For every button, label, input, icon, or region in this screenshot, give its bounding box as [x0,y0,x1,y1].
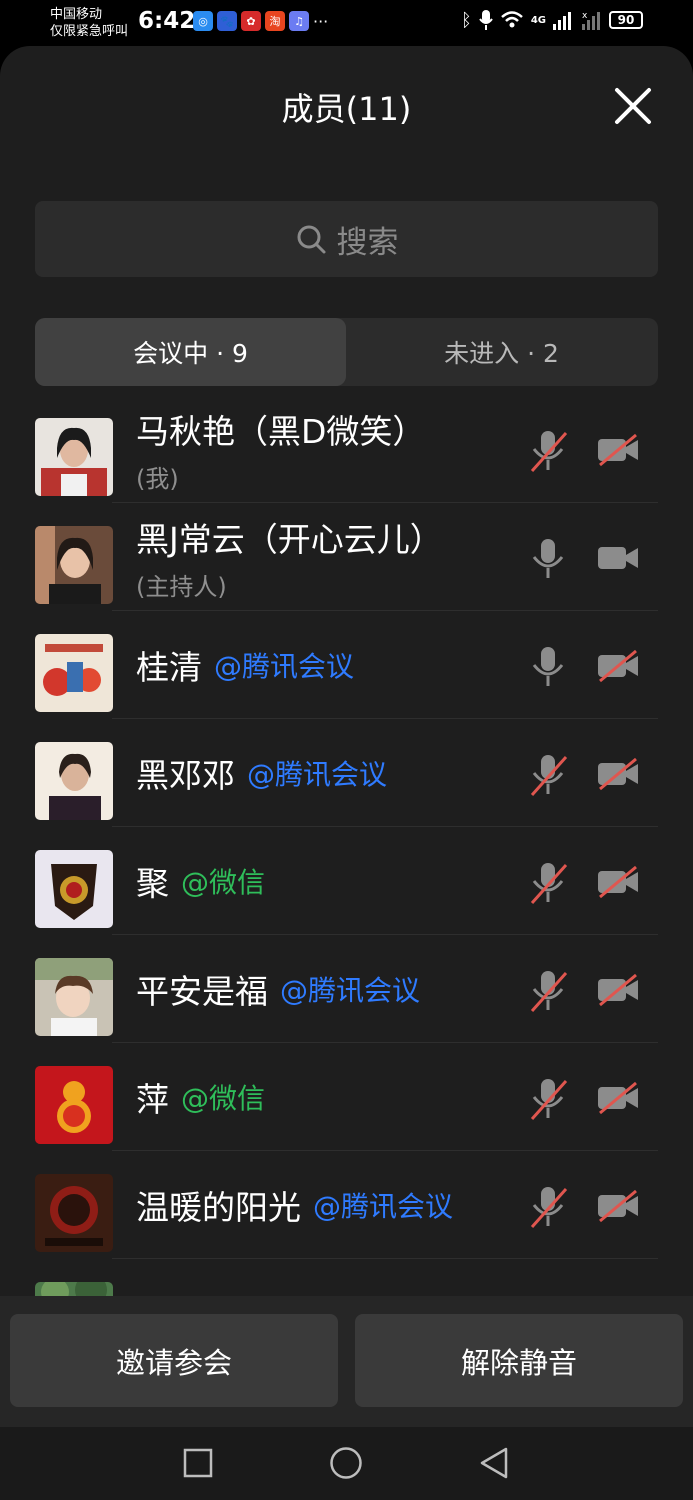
camera-icon[interactable] [596,541,640,575]
svg-text:x: x [582,11,588,21]
avatar [35,742,113,820]
member-list: 马秋艳（黑D微笑） (我) 黑J常云（开心云儿） (主持人) 桂清 @腾讯会议 … [0,395,693,1367]
member-role: (主持人) [136,572,227,601]
member-row[interactable]: 平安是福 @腾讯会议 [0,935,693,1043]
microphone-status-icon [479,10,493,30]
battery-icon: 90 [609,11,643,29]
avatar [35,850,113,928]
member-info: 黑J常云（开心云儿） (主持人) [136,503,443,611]
source-tag-wechat: @微信 [181,866,266,899]
search-input[interactable]: 搜索 [35,201,658,277]
close-icon[interactable] [613,86,653,126]
camera-off-icon[interactable] [596,865,640,899]
member-info: 温暖的阳光 @腾讯会议 [136,1151,453,1259]
battery-level: 90 [617,13,635,27]
notification-icons: ◎ 🐾 ✿ 淘 ♫ ··· [193,11,328,31]
source-tag-tencent: @腾讯会议 [247,758,388,791]
system-indicators: ᛒ 4G x 90 [461,9,643,31]
clock: 6:42 [138,8,196,34]
member-tabs: 会议中 · 9 未进入 · 2 [35,318,658,386]
members-sheet: 成员(11) 搜索 会议中 · 9 未进入 · 2 马秋艳（黑D微笑） (我) … [0,46,693,1427]
member-info: 马秋艳（黑D微笑） (我) [136,395,425,503]
back-icon[interactable] [478,1446,510,1480]
microphone-muted-icon[interactable] [528,753,568,797]
home-icon[interactable] [329,1446,363,1480]
source-tag-tencent: @腾讯会议 [280,974,421,1007]
tab-not-joined[interactable]: 未进入 · 2 [346,318,657,386]
source-tag-wechat: @微信 [181,1082,266,1115]
unmute-all-button[interactable]: 解除静音 [355,1314,683,1407]
member-name: 温暖的阳光 [136,1188,301,1227]
emergency-only: 仅限紧急呼叫 [50,24,129,39]
member-name: 黑J常云（开心云儿） [136,519,443,559]
carrier-info: 中国移动 仅限紧急呼叫 [50,6,128,40]
camera-off-icon[interactable] [596,433,640,467]
member-name: 马秋艳（黑D微笑） [136,411,426,451]
more-notifications: ··· [313,11,329,31]
avatar [35,526,113,604]
no-signal-icon: x [582,11,600,30]
camera-off-icon[interactable] [596,757,640,791]
member-info: 平安是福 @腾讯会议 [136,935,420,1043]
taobao-app-icon: 淘 [265,11,285,31]
member-info: 聚 @微信 [136,827,265,935]
member-info: 桂清 @腾讯会议 [136,611,354,719]
microphone-muted-icon[interactable] [528,1077,568,1121]
camera-off-icon[interactable] [596,649,640,683]
microphone-muted-icon[interactable] [528,1185,568,1229]
avatar [35,1174,113,1252]
member-row[interactable]: 黑J常云（开心云儿） (主持人) [0,503,693,611]
avatar [35,1066,113,1144]
invite-button[interactable]: 邀请参会 [10,1314,338,1407]
action-bar: 邀请参会 解除静音 [0,1296,693,1427]
status-bar: 中国移动 仅限紧急呼叫 6:42 ◎ 🐾 ✿ 淘 ♫ ··· ᛒ 4G x 90 [0,0,693,46]
chat-app-icon: ◎ [193,11,213,31]
member-row[interactable]: 温暖的阳光 @腾讯会议 [0,1151,693,1259]
member-name: 平安是福 [136,972,268,1011]
search-placeholder: 搜索 [336,224,399,261]
camera-off-icon[interactable] [596,973,640,1007]
member-role: (我) [136,464,179,493]
member-info: 萍 @微信 [136,1043,265,1151]
microphone-icon[interactable] [528,645,568,689]
source-tag-tencent: @腾讯会议 [313,1190,454,1223]
member-info: 黑邓邓 @腾讯会议 [136,719,387,827]
carrier-name: 中国移动 [50,7,103,22]
network-type-label: 4G [530,14,546,26]
microphone-muted-icon[interactable] [528,429,568,473]
microphone-muted-icon[interactable] [528,969,568,1013]
avatar [35,418,113,496]
sheet-title: 成员(11) [281,90,412,128]
system-nav-bar [0,1427,693,1500]
wifi-icon [500,11,523,28]
red-app-icon: ✿ [241,11,261,31]
member-row[interactable]: 马秋艳（黑D微笑） (我) [0,395,693,503]
baidu-app-icon: 🐾 [217,11,237,31]
signal-strength-icon [553,12,571,30]
camera-off-icon[interactable] [596,1081,640,1115]
member-name: 桂清 [136,648,202,687]
member-row[interactable]: 黑邓邓 @腾讯会议 [0,719,693,827]
member-row[interactable]: 聚 @微信 [0,827,693,935]
member-name: 萍 [136,1080,169,1119]
camera-off-icon[interactable] [596,1189,640,1223]
source-tag-tencent: @腾讯会议 [214,650,355,683]
bluetooth-icon: ᛒ [461,9,472,31]
microphone-icon[interactable] [528,537,568,581]
avatar [35,634,113,712]
member-row[interactable]: 萍 @微信 [0,1043,693,1151]
search-icon [297,225,325,254]
tab-in-meeting[interactable]: 会议中 · 9 [35,318,346,386]
recent-apps-icon[interactable] [183,1448,213,1478]
member-name: 聚 [136,864,169,903]
music-app-icon: ♫ [289,11,309,31]
microphone-muted-icon[interactable] [528,861,568,905]
avatar [35,958,113,1036]
member-row[interactable]: 桂清 @腾讯会议 [0,611,693,719]
member-name: 黑邓邓 [136,756,235,795]
